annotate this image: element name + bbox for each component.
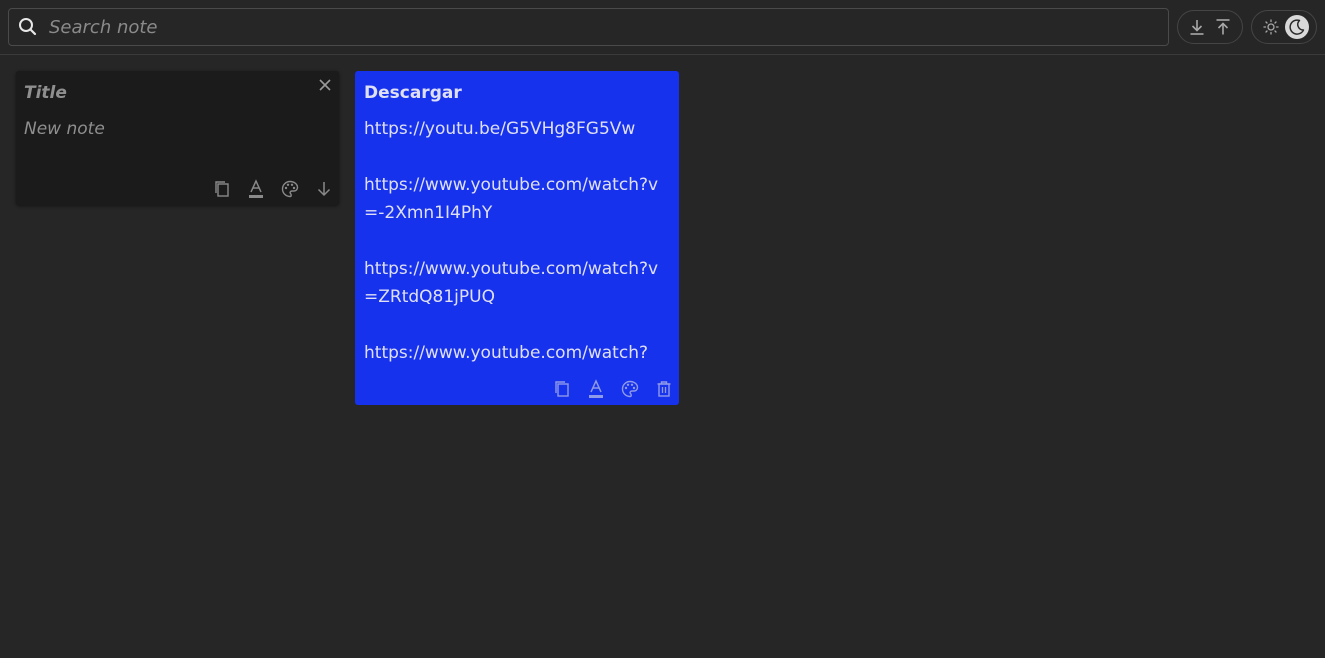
trash-icon[interactable] xyxy=(654,379,674,399)
new-note-body-input[interactable]: New note xyxy=(24,119,105,139)
import-export-group xyxy=(1177,10,1243,44)
arrow-down-icon[interactable] xyxy=(314,179,334,199)
upload-icon[interactable] xyxy=(1214,18,1232,36)
search-icon xyxy=(9,9,47,45)
note-toolbar xyxy=(552,379,674,399)
search-box[interactable] xyxy=(8,8,1169,46)
text-color-icon[interactable] xyxy=(246,179,266,199)
text-color-icon[interactable] xyxy=(586,379,606,399)
top-bar xyxy=(0,0,1325,55)
note-card[interactable]: Descargar https://youtu.be/G5VHg8FG5Vw h… xyxy=(355,71,679,405)
moon-icon[interactable] xyxy=(1285,15,1309,39)
search-input[interactable] xyxy=(47,10,1168,44)
note-content[interactable]: https://youtu.be/G5VHg8FG5Vw https://www… xyxy=(364,115,664,367)
sun-icon[interactable] xyxy=(1263,19,1279,35)
new-note-title-input[interactable]: Title xyxy=(24,83,67,103)
new-note-toolbar xyxy=(212,179,334,199)
palette-icon[interactable] xyxy=(280,179,300,199)
copy-icon[interactable] xyxy=(552,379,572,399)
new-note-card[interactable]: Title New note xyxy=(16,71,339,205)
palette-icon[interactable] xyxy=(620,379,640,399)
download-icon[interactable] xyxy=(1188,18,1206,36)
theme-toggle[interactable] xyxy=(1251,10,1317,44)
note-title[interactable]: Descargar xyxy=(364,83,462,103)
copy-icon[interactable] xyxy=(212,179,232,199)
close-icon[interactable] xyxy=(318,78,332,92)
